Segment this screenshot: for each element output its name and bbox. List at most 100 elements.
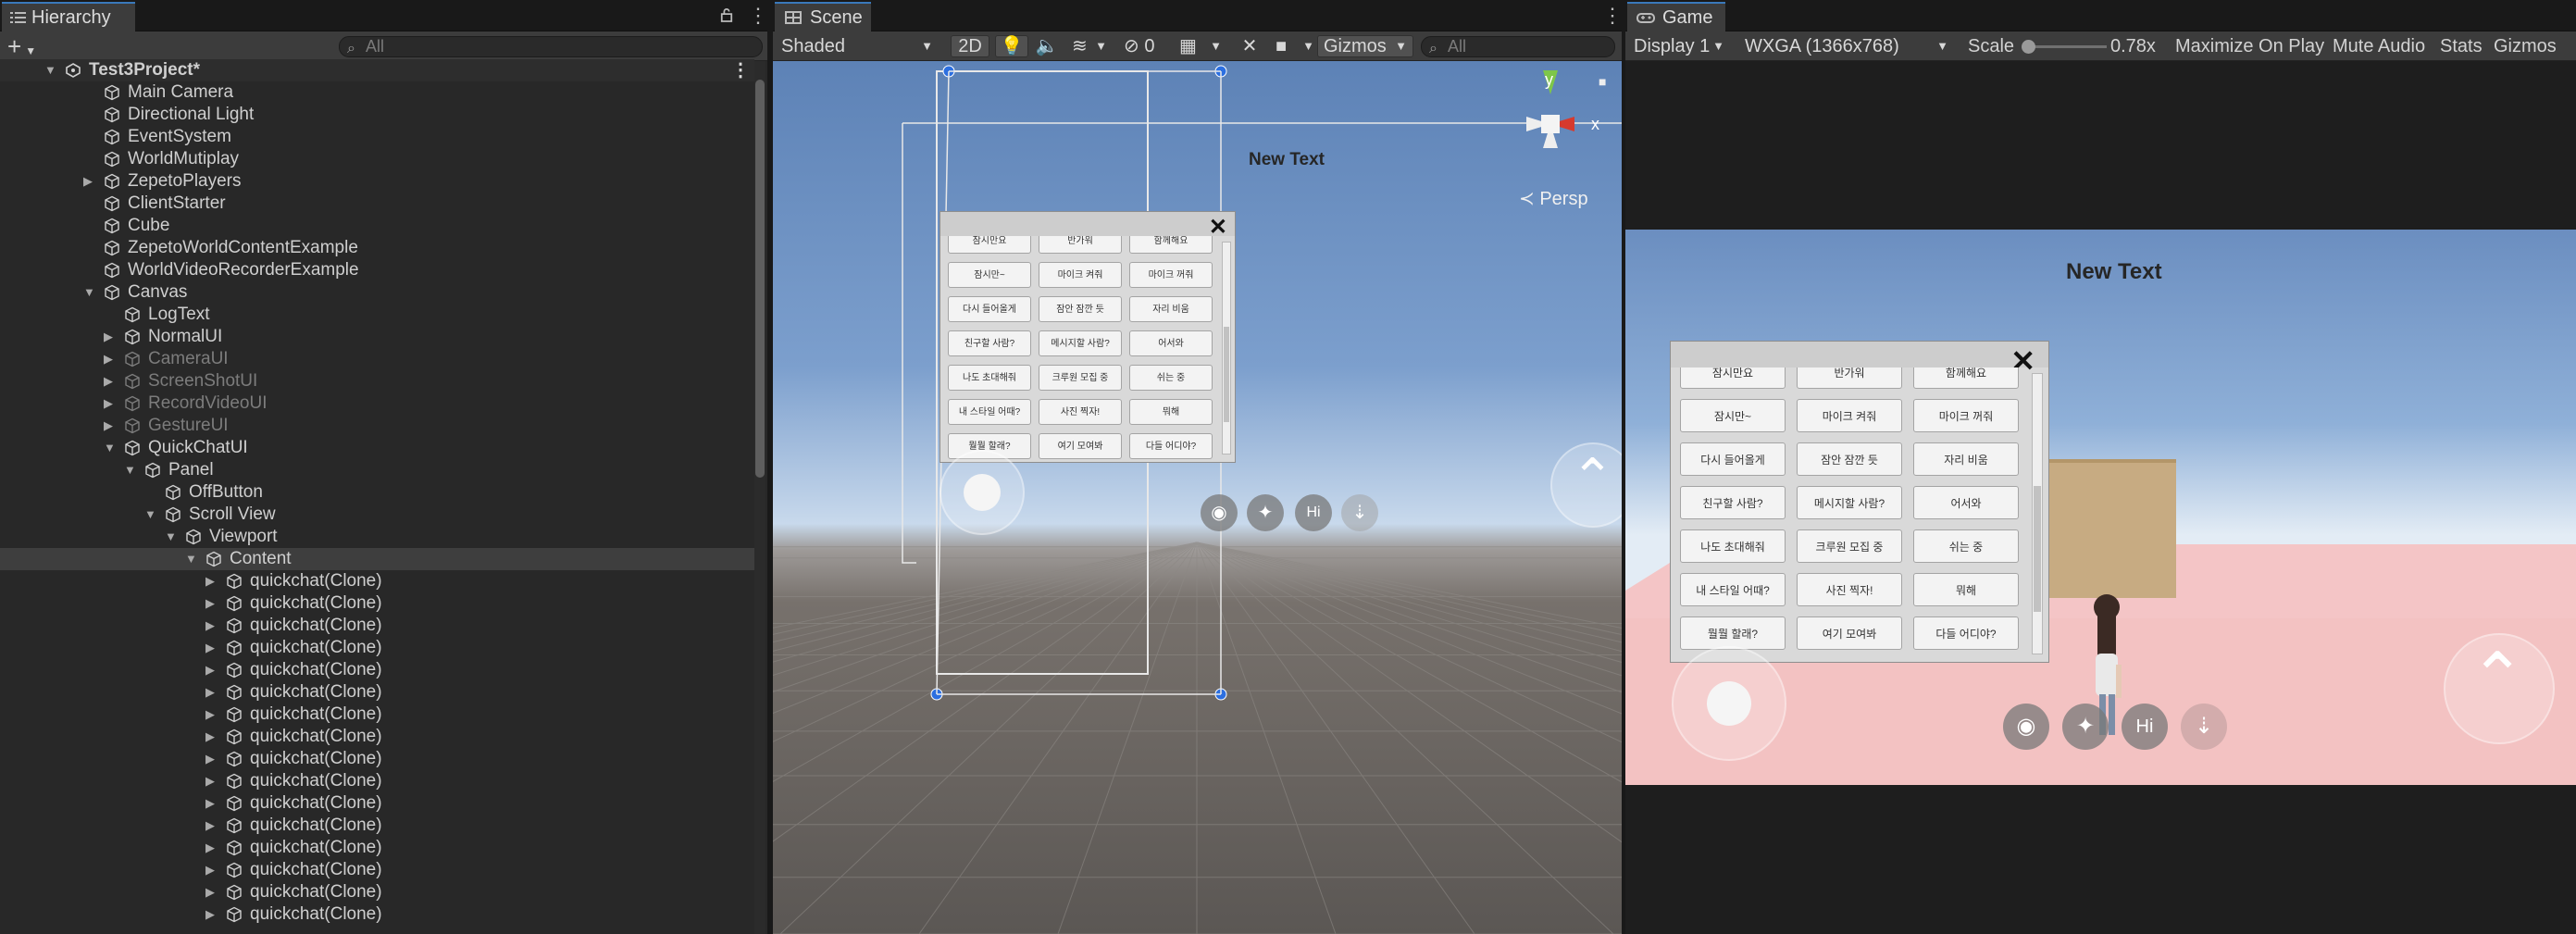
grid-toggle[interactable]: ▦ ▼ [1173,35,1228,57]
quickchat-button[interactable]: 마이크 켜줘 [1797,399,1902,432]
quickchat-button[interactable]: 마이크 켜줘 [1039,262,1122,288]
hierarchy-row[interactable]: ClientStarter [0,193,754,215]
expand-arrow-right-icon[interactable]: ▶ [205,681,215,704]
quickchat-button[interactable]: 다시 들어올게 [948,296,1031,322]
hierarchy-row[interactable]: ▶ quickchat(Clone) [0,615,754,637]
quickchat-button[interactable]: 잠안 잠깐 듯 [1039,296,1122,322]
expand-arrow-right-icon[interactable]: ▶ [205,792,215,815]
hierarchy-row[interactable]: ▶ ScreenShotUI [0,370,754,392]
lock-icon[interactable] [720,6,733,23]
scene-more-options-icon[interactable]: ⋮ [1602,4,1622,28]
quickchat-button[interactable]: 다들 어디야? [1129,433,1213,459]
expand-arrow-right-icon[interactable]: ▶ [104,348,113,370]
quickchat-button[interactable]: 함께해요 [1129,236,1213,254]
expand-arrow-down-icon[interactable]: ▼ [104,437,116,459]
hierarchy-row[interactable]: ▼ QuickChatUI [0,437,754,459]
scene-camera-button[interactable]: ◉ [1201,494,1238,531]
quickchat-button[interactable]: 사진 찍자! [1039,399,1122,425]
expand-arrow-down-icon[interactable]: ▼ [144,504,156,526]
quickchat-button[interactable]: 내 스타일 어때? [1680,573,1786,606]
tools-toggle[interactable]: ✕ [1234,35,1265,57]
quickchat-button[interactable]: 메시지할 사람? [1039,330,1122,356]
lighting-toggle[interactable]: 💡 [995,35,1028,57]
scene-quickchat-button[interactable]: Hi [1295,494,1332,531]
hierarchy-row[interactable]: Main Camera [0,81,754,104]
hierarchy-row[interactable]: ▶ quickchat(Clone) [0,881,754,903]
quickchat-button[interactable]: 잠시만~ [948,262,1031,288]
scene-gesture-button[interactable]: ✦ [1247,494,1284,531]
expand-arrow-right-icon[interactable]: ▶ [205,570,215,592]
expand-arrow-right-icon[interactable]: ▶ [205,726,215,748]
hierarchy-row[interactable]: ▼ Content [0,548,754,570]
expand-arrow-down-icon[interactable]: ▼ [83,281,95,304]
hidden-objects-toggle[interactable]: ⊘ 0 [1117,35,1169,57]
hierarchy-row[interactable]: ▶ quickchat(Clone) [0,859,754,881]
expand-arrow-right-icon[interactable]: ▶ [205,815,215,837]
expand-arrow-right-icon[interactable]: ▶ [205,903,215,926]
hierarchy-row[interactable]: ▶ GestureUI [0,415,754,437]
game-download-button[interactable]: ⇣ [2181,704,2227,750]
quickchat-button[interactable]: 크루원 모집 중 [1039,365,1122,391]
scene-viewport[interactable]: y x ■ ≺ Persp New Text ✕ 잠시만요 반가워 함께해요 잠시만~ 마… [773,61,1622,934]
expand-arrow-right-icon[interactable]: ▶ [205,881,215,903]
quickchat-button[interactable]: 어서와 [1913,486,2019,519]
hierarchy-row[interactable]: LogText [0,304,754,326]
game-quickchat-button[interactable]: Hi [2122,704,2168,750]
quickchat-button[interactable]: 다시 들어올게 [1680,442,1786,476]
quickchat-button[interactable]: 크루원 모집 중 [1797,529,1902,563]
mute-audio-button[interactable]: Mute Audio [2333,31,2425,61]
game-gesture-button[interactable]: ✦ [2062,704,2109,750]
quickchat-button[interactable]: 친구할 사람? [1680,486,1786,519]
hierarchy-row[interactable]: ZepetoWorldContentExample [0,237,754,259]
camera-dropdown[interactable]: ■ ▼ [1269,35,1321,57]
hierarchy-row[interactable]: ▶ quickchat(Clone) [0,659,754,681]
expand-arrow-right-icon[interactable]: ▶ [205,592,215,615]
game-gizmos-button[interactable]: Gizmos [2494,31,2557,61]
quickchat-button[interactable]: 뭐해 [1913,573,2019,606]
more-options-icon[interactable]: ⋮ [748,4,767,28]
quickchat-button[interactable]: 사진 찍자! [1797,573,1902,606]
resolution-dropdown[interactable]: WXGA (1366x768) ▼ [1738,35,1955,57]
quickchat-button[interactable]: 친구할 사람? [948,330,1031,356]
quickchat-button[interactable]: 반가워 [1039,236,1122,254]
quickchat-button[interactable]: 마이크 꺼줘 [1913,399,2019,432]
expand-arrow-right-icon[interactable]: ▶ [205,770,215,792]
scale-slider[interactable] [2022,40,2107,54]
more-options-icon[interactable]: ⋮ [731,59,750,81]
hierarchy-row[interactable]: EventSystem [0,126,754,148]
hierarchy-row[interactable]: ▼ Test3Project* ⋮ [0,59,754,81]
hierarchy-row[interactable]: OffButton [0,481,754,504]
hierarchy-row[interactable]: ▶ NormalUI [0,326,754,348]
hierarchy-row[interactable]: ▶ quickchat(Clone) [0,815,754,837]
quickchat-button[interactable]: 쉬는 중 [1129,365,1213,391]
quickchat-button[interactable]: 자리 비움 [1913,442,2019,476]
quickchat-button[interactable]: 잠시만요 [948,236,1031,254]
maximize-on-play-button[interactable]: Maximize On Play [2175,31,2324,61]
scale-slider-handle[interactable] [2022,40,2035,54]
hierarchy-search-input[interactable]: ⌕ All [339,36,763,57]
quickchat-button[interactable]: 반가워 [1797,367,1902,389]
game-joystick-knob[interactable] [1707,681,1751,726]
expand-arrow-right-icon[interactable]: ▶ [205,837,215,859]
hierarchy-row[interactable]: WorldMutiplay [0,148,754,170]
quickchat-button[interactable]: 어서와 [1129,330,1213,356]
expand-arrow-down-icon[interactable]: ▼ [185,548,197,570]
hierarchy-row[interactable]: Directional Light [0,104,754,126]
game-view[interactable]: New Text ✕ 잠시만요 반가워 함께해요 잠시만~ 마이크 켜줘 마이크 꺼줘 다시 … [1625,230,2576,785]
hierarchy-row[interactable]: ▶ ZepetoPlayers [0,170,754,193]
expand-arrow-right-icon[interactable]: ▶ [104,392,113,415]
expand-arrow-right-icon[interactable]: ▶ [104,326,113,348]
expand-arrow-right-icon[interactable]: ▶ [104,370,113,392]
hierarchy-row[interactable]: ▶ quickchat(Clone) [0,726,754,748]
expand-arrow-down-icon[interactable]: ▼ [44,59,56,81]
hierarchy-row[interactable]: ▼ Panel [0,459,754,481]
quickchat-button[interactable]: 여기 모여봐 [1039,433,1122,459]
expand-arrow-right-icon[interactable]: ▶ [205,748,215,770]
expand-arrow-right-icon[interactable]: ▶ [205,615,215,637]
hierarchy-row[interactable]: ▶ quickchat(Clone) [0,792,754,815]
quickchat-button[interactable]: 뭐해 [1129,399,1213,425]
quickchat-button[interactable]: 나도 초대해줘 [1680,529,1786,563]
shading-mode-dropdown[interactable]: Shaded ▼ [775,35,940,57]
gizmos-dropdown[interactable]: Gizmos ▼ [1317,35,1413,57]
game-camera-button[interactable]: ◉ [2003,704,2049,750]
